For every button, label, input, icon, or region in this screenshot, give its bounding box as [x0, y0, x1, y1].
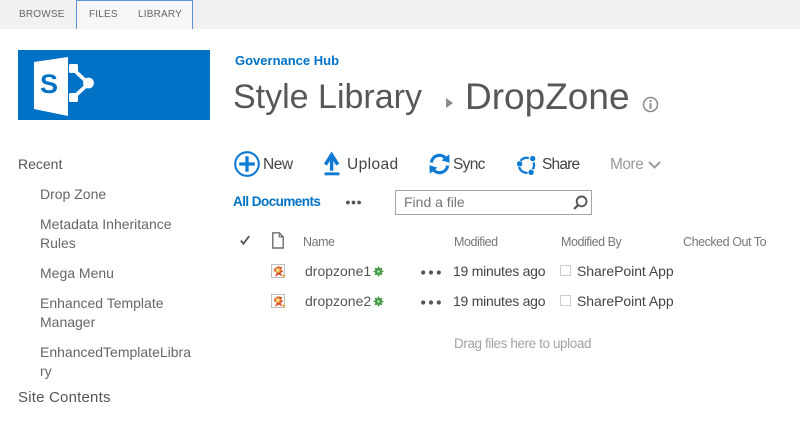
svg-text:S: S: [40, 69, 58, 99]
